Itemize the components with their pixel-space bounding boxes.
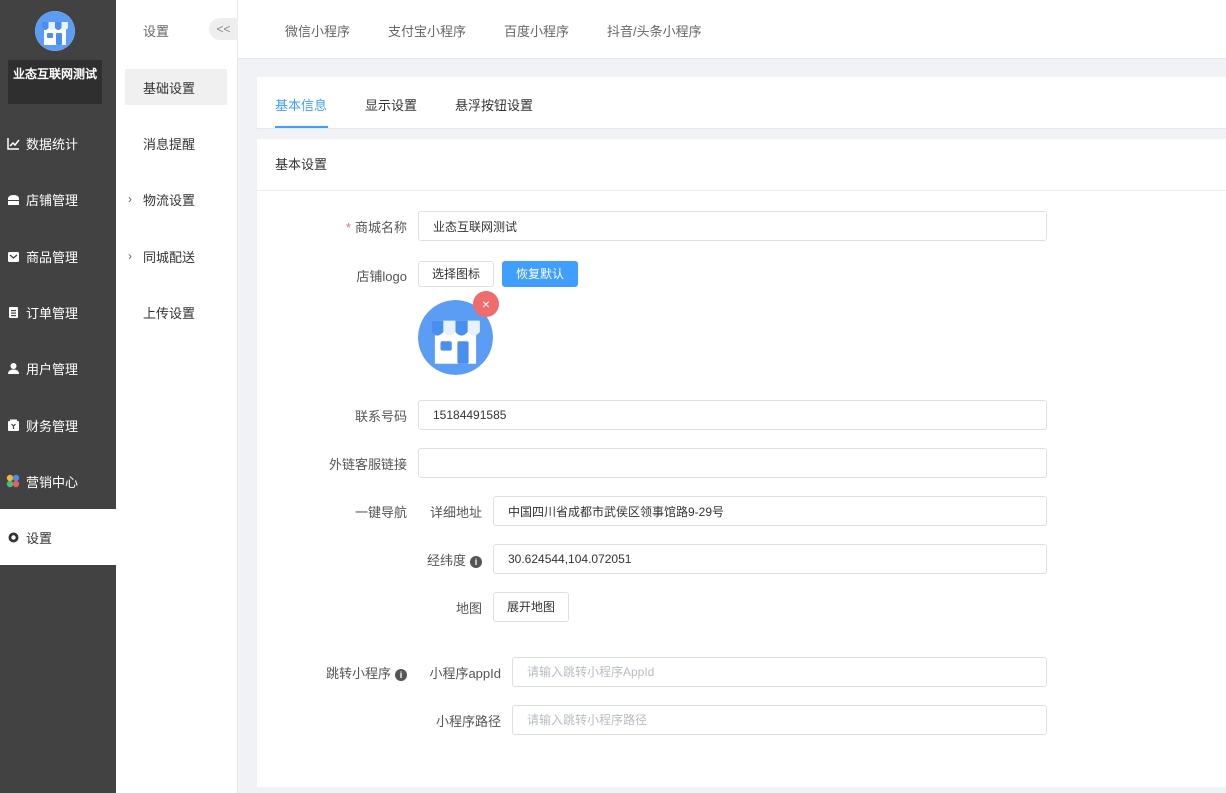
latlng-input[interactable] bbox=[493, 544, 1047, 574]
subnav-item-label: 上传设置 bbox=[143, 305, 196, 321]
tab-display-settings[interactable]: 显示设置 bbox=[365, 95, 417, 114]
path-input[interactable] bbox=[512, 705, 1047, 735]
tab-basic-info[interactable]: 基本信息 bbox=[275, 95, 327, 114]
nav-item-label: 店铺管理 bbox=[26, 192, 79, 208]
restore-default-button[interactable]: 恢复默认 bbox=[502, 261, 579, 287]
navigation-label: 一键导航 bbox=[354, 505, 407, 520]
nav-item-label: 用户管理 bbox=[26, 361, 79, 377]
settings-card: 基本信息 显示设置 悬浮按钮设置 基本设置 *商城名称 店铺logo 选择图标 … bbox=[257, 77, 1226, 787]
close-icon[interactable]: × bbox=[473, 291, 499, 317]
nav-item-finance[interactable]: 财务管理 bbox=[0, 397, 116, 453]
brand-name: 业态互联网测试 bbox=[8, 60, 102, 104]
subnav-item-label: 同城配送 bbox=[143, 249, 196, 265]
mall-name-input[interactable] bbox=[418, 211, 1047, 241]
service-link-label: 外链客服链接 bbox=[328, 457, 407, 472]
nav-item-stats[interactable]: 数据统计 bbox=[0, 115, 116, 171]
mall-name-label: * 商城名称 bbox=[345, 220, 407, 235]
settings-subnav: 设置 << 基础设置 消息提醒 › 物流设置 › 同城配送 上传设置 bbox=[116, 0, 238, 793]
inner-tabs: 基本信息 显示设置 悬浮按钮设置 bbox=[257, 77, 1226, 129]
subnav-item-label: 基础设置 bbox=[143, 80, 196, 96]
collapse-button[interactable]: << bbox=[209, 18, 238, 40]
nav-item-label: 财务管理 bbox=[26, 418, 79, 434]
subnav-item-local-delivery[interactable]: › 同城配送 bbox=[125, 238, 227, 274]
tab-douyin[interactable]: 抖音/头条小程序 bbox=[607, 21, 702, 40]
tab-alipay[interactable]: 支付宝小程序 bbox=[388, 21, 466, 40]
subnav-title: 设置 bbox=[143, 24, 170, 39]
path-label: 小程序路径 bbox=[435, 714, 501, 729]
finance-icon bbox=[6, 418, 20, 432]
choose-icon-button[interactable]: 选择图标 bbox=[418, 261, 495, 287]
nav-item-label: 数据统计 bbox=[26, 136, 79, 152]
nav-item-label: 订单管理 bbox=[26, 305, 79, 321]
phone-label: 联系号码 bbox=[354, 409, 407, 424]
main-sidebar: 业态互联网测试 数据统计 店铺管理 商品管理 订单管理 用户管理 财务管理 营销… bbox=[0, 0, 116, 793]
order-icon bbox=[6, 305, 20, 319]
chart-icon bbox=[6, 136, 20, 150]
appid-label: 小程序appId bbox=[429, 666, 501, 681]
required-mark: * bbox=[345, 220, 351, 235]
nav-item-label: 设置 bbox=[26, 530, 53, 546]
nav-item-label: 营销中心 bbox=[26, 474, 79, 490]
appid-input[interactable] bbox=[512, 657, 1047, 687]
marketing-icon bbox=[6, 474, 20, 488]
active-tab-indicator bbox=[275, 126, 328, 128]
subnav-item-label: 消息提醒 bbox=[143, 136, 196, 152]
shop-logo-icon bbox=[35, 11, 75, 51]
subnav-item-basic[interactable]: 基础设置 bbox=[125, 69, 227, 105]
jump-miniprogram-label: 跳转小程序 i bbox=[297, 663, 407, 682]
nav-item-shop[interactable]: 店铺管理 bbox=[0, 171, 116, 227]
nav-item-settings[interactable]: 设置 bbox=[0, 509, 116, 565]
nav-item-goods[interactable]: 商品管理 bbox=[0, 228, 116, 284]
latlng-label: 经纬度 i bbox=[397, 550, 482, 569]
chevron-right-icon: › bbox=[128, 249, 132, 263]
expand-map-button[interactable]: 展开地图 bbox=[493, 592, 570, 622]
map-label: 地图 bbox=[455, 601, 482, 616]
chevron-right-icon: › bbox=[128, 192, 132, 206]
service-link-input[interactable] bbox=[418, 448, 1047, 478]
subnav-item-message[interactable]: 消息提醒 bbox=[125, 125, 227, 161]
platform-tabs: 微信小程序 支付宝小程序 百度小程序 抖音/头条小程序 bbox=[238, 0, 1226, 59]
nav-item-label: 商品管理 bbox=[26, 249, 79, 265]
tab-baidu[interactable]: 百度小程序 bbox=[504, 21, 569, 40]
nav-item-marketing[interactable]: 营销中心 bbox=[0, 453, 116, 509]
nav-item-users[interactable]: 用户管理 bbox=[0, 340, 116, 396]
subnav-item-upload[interactable]: 上传设置 bbox=[125, 294, 227, 330]
info-icon: i bbox=[470, 555, 482, 568]
subnav-item-logistics[interactable]: › 物流设置 bbox=[125, 181, 227, 217]
address-input[interactable] bbox=[493, 496, 1047, 526]
logo-label: 店铺logo bbox=[356, 269, 407, 284]
phone-input[interactable] bbox=[418, 400, 1047, 430]
tab-wechat[interactable]: 微信小程序 bbox=[285, 21, 350, 40]
gear-icon bbox=[6, 530, 20, 544]
user-icon bbox=[6, 361, 20, 375]
section-title: 基本设置 bbox=[257, 139, 1226, 191]
info-icon: i bbox=[395, 668, 407, 681]
nav-item-orders[interactable]: 订单管理 bbox=[0, 284, 116, 340]
address-label: 详细地址 bbox=[429, 505, 482, 520]
logo-area: 业态互联网测试 bbox=[0, 0, 116, 112]
goods-icon bbox=[6, 249, 20, 263]
section-divider bbox=[257, 129, 1226, 139]
shop-icon bbox=[6, 192, 20, 206]
subnav-item-label: 物流设置 bbox=[143, 192, 196, 208]
tab-float-button-settings[interactable]: 悬浮按钮设置 bbox=[455, 95, 533, 114]
